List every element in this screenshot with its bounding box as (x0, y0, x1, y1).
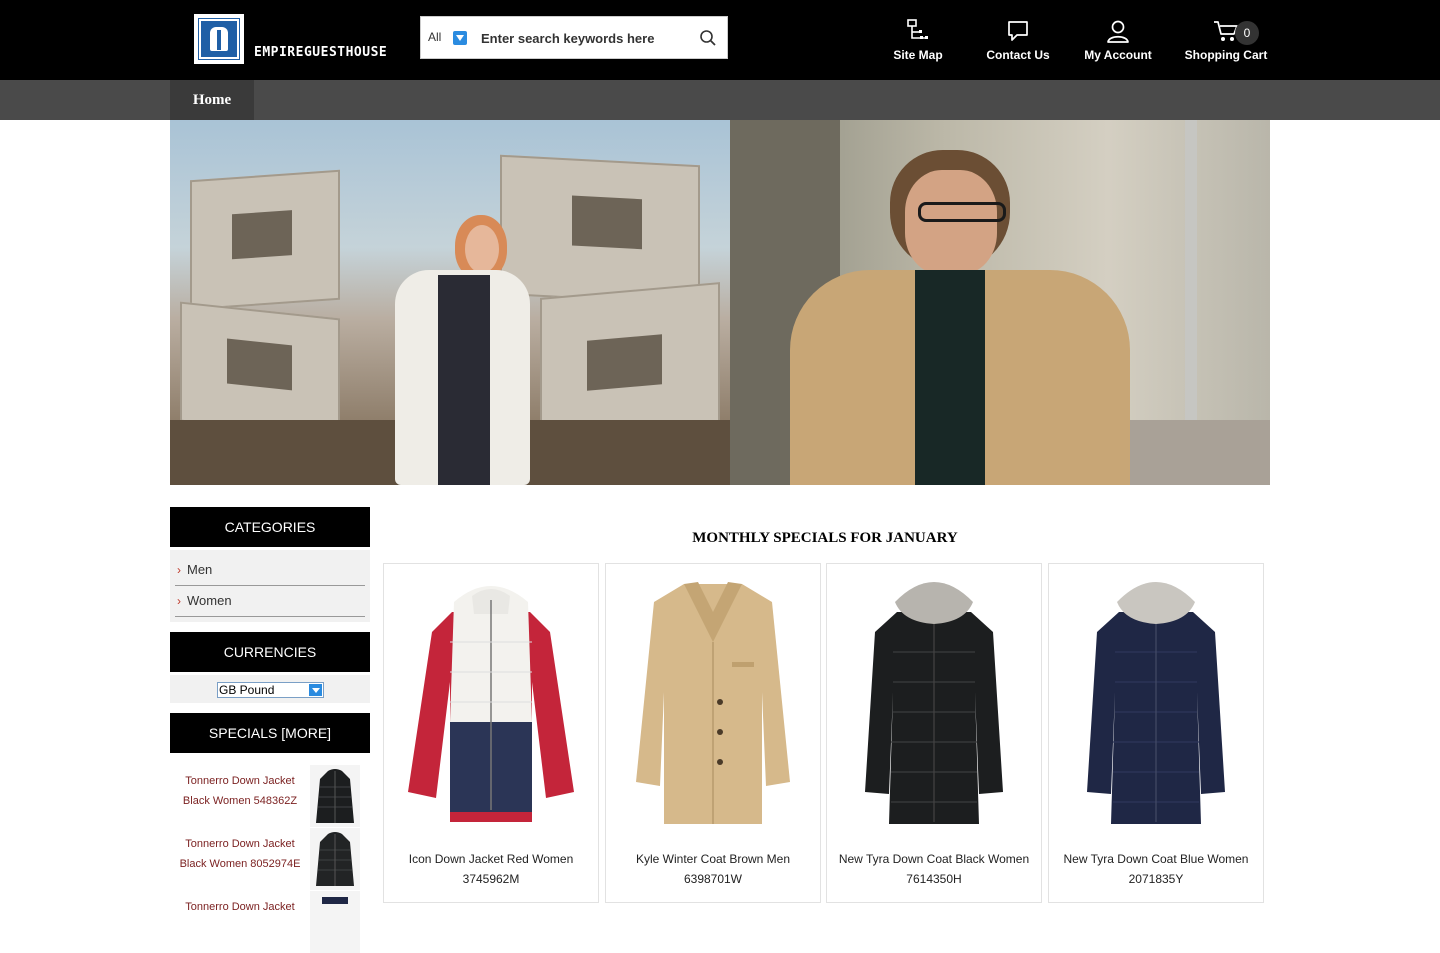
search-input[interactable] (481, 27, 681, 49)
currency-box: GB Pound (170, 675, 370, 703)
product-name[interactable]: Icon Down Jacket Red Women 3745962M (388, 849, 594, 889)
main-menu-bar: Home (0, 80, 1440, 120)
chat-bubble-icon (1008, 21, 1028, 41)
special-item-name[interactable]: Tonnerro Down Jacket Black Women 8052974… (170, 834, 310, 874)
currency-select[interactable]: GB Pound (217, 682, 324, 698)
product-card[interactable]: Kyle Winter Coat Brown Men 6398701W (605, 563, 821, 903)
banner-men[interactable] (730, 120, 1270, 485)
category-item-women[interactable]: › Women (175, 586, 365, 617)
special-item[interactable]: Tonnerro Down Jacket Black Women 548362Z (170, 765, 370, 827)
specials-heading[interactable]: SPECIALS [MORE] (170, 713, 370, 753)
product-image[interactable] (835, 572, 1033, 834)
chevron-right-icon: › (177, 563, 181, 577)
currencies-heading: CURRENCIES (170, 632, 370, 672)
chevron-right-icon: › (177, 594, 181, 608)
cart-count-badge[interactable]: 0 (1235, 21, 1259, 45)
category-label: Men (187, 562, 213, 577)
search-category-select[interactable]: All (428, 30, 441, 44)
category-label: Women (187, 593, 232, 608)
category-item-men[interactable]: › Men (175, 555, 365, 586)
categories-list: › Men › Women (170, 550, 370, 622)
nav-label: Shopping Cart (1184, 48, 1268, 62)
nav-my-account[interactable]: My Account (1082, 18, 1154, 62)
product-image[interactable] (392, 572, 590, 834)
sitemap-icon (907, 19, 928, 39)
special-item-thumbnail[interactable] (310, 891, 360, 953)
product-name[interactable]: New Tyra Down Coat Black Women 7614350H (831, 849, 1037, 889)
product-image[interactable] (614, 572, 812, 834)
product-card[interactable]: New Tyra Down Coat Blue Women 2071835Y (1048, 563, 1264, 903)
monthly-specials-title: MONTHLY SPECIALS FOR JANUARY (692, 530, 958, 546)
nav-label: Contact Us (986, 48, 1050, 62)
special-item-thumbnail[interactable] (310, 765, 360, 827)
product-card[interactable]: New Tyra Down Coat Black Women 7614350H (826, 563, 1042, 903)
logo-text: EMPIREGUESTHOUSE (254, 45, 388, 60)
chevron-down-icon (309, 684, 322, 696)
nav-label: My Account (1084, 48, 1152, 62)
special-item-thumbnail[interactable] (310, 828, 360, 890)
search-bar: All (420, 16, 728, 59)
special-item[interactable]: Tonnerro Down Jacket (170, 891, 370, 953)
product-name[interactable]: Kyle Winter Coat Brown Men 6398701W (610, 849, 816, 889)
product-name[interactable]: New Tyra Down Coat Blue Women 2071835Y (1053, 849, 1259, 889)
special-item-name[interactable]: Tonnerro Down Jacket Black Women 548362Z (170, 771, 310, 811)
banner-women[interactable] (170, 120, 730, 485)
nav-label: Site Map (893, 48, 943, 62)
logo-icon (194, 14, 244, 64)
menu-home[interactable]: Home (170, 80, 254, 120)
categories-heading: CATEGORIES (170, 507, 370, 547)
currency-value: GB Pound (219, 683, 275, 697)
special-item[interactable]: Tonnerro Down Jacket Black Women 8052974… (170, 828, 370, 890)
site-logo[interactable]: EMPIREGUESTHOUSE (194, 14, 387, 64)
special-item-name[interactable]: Tonnerro Down Jacket (170, 897, 310, 917)
chevron-down-icon[interactable] (453, 31, 467, 45)
product-card[interactable]: Icon Down Jacket Red Women 3745962M (383, 563, 599, 903)
nav-contact-us[interactable]: Contact Us (982, 18, 1054, 62)
nav-site-map[interactable]: Site Map (888, 18, 948, 62)
search-icon[interactable] (699, 29, 717, 47)
user-icon (1107, 20, 1129, 43)
product-image[interactable] (1057, 572, 1255, 834)
